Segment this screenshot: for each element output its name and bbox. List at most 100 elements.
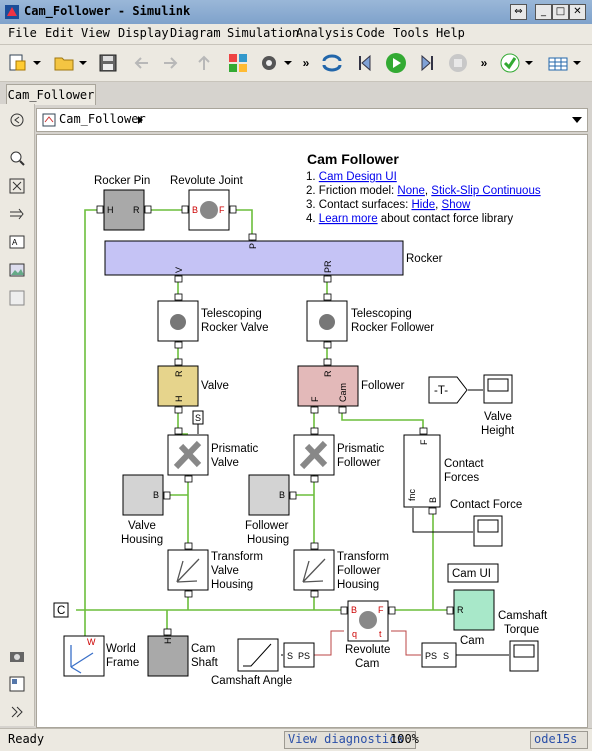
contact-show-link[interactable]: Show [442,199,471,211]
port[interactable] [144,205,152,214]
arrow-port-icon[interactable] [9,206,25,222]
image-icon[interactable] [9,262,25,278]
menu-code[interactable]: Code [356,26,385,40]
port[interactable] [338,406,347,414]
port[interactable] [163,491,171,500]
world-frame-label-1: World [106,643,136,655]
menu-display[interactable]: Display [118,26,169,40]
tab-cam-follower[interactable]: Cam_Follower [6,84,96,105]
more-tools-button[interactable]: » [300,51,312,75]
new-dropdown[interactable] [30,51,44,75]
port-label-b: B [279,490,285,500]
port[interactable] [419,427,428,435]
port[interactable] [340,606,348,615]
model-browser-icon[interactable] [9,676,25,692]
cam-design-ui-link[interactable]: Cam Design UI [319,171,397,183]
maximize-button[interactable]: □ [552,4,569,20]
solver-link[interactable]: ode15s [534,732,577,746]
menu-edit[interactable]: Edit [45,26,74,40]
port[interactable] [323,293,332,301]
zoom-icon[interactable] [9,150,25,166]
port[interactable] [184,475,193,483]
zoom-level: 100% [390,732,419,746]
annotation-icon[interactable]: A [9,234,25,250]
port[interactable] [446,606,454,615]
step-forward-button[interactable] [414,51,438,75]
world-frame-block[interactable] [63,635,105,677]
port[interactable] [310,590,319,598]
signal-revcam-pss [391,630,421,656]
open-button[interactable] [52,51,76,75]
menu-analysis[interactable]: Analysis [296,26,354,40]
up-button[interactable] [192,51,216,75]
save-button[interactable] [96,51,120,75]
step-back-button[interactable] [354,51,378,75]
camera-icon[interactable] [9,648,25,664]
port[interactable] [323,275,332,283]
port[interactable] [248,233,257,241]
port[interactable] [174,406,183,414]
open-dropdown[interactable] [76,51,90,75]
data-inspector-button[interactable] [546,51,570,75]
model-config-button[interactable] [257,51,281,75]
menu-help[interactable]: Help [436,26,465,40]
menu-view[interactable]: View [81,26,110,40]
more-sim-tools-button[interactable]: » [478,51,490,75]
chevron-down-icon[interactable] [571,115,583,125]
model-advisor-button[interactable] [498,51,522,75]
annotation-item-4: 4. Learn more about contact force librar… [306,213,513,225]
area-icon[interactable] [9,290,25,306]
address-bar[interactable]: Cam_Follower [36,108,588,132]
run-button[interactable] [384,51,408,75]
friction-none-link[interactable]: None [397,185,425,197]
stop-button[interactable] [446,51,470,75]
port[interactable] [174,427,183,435]
config-dropdown[interactable] [281,51,295,75]
inspector-dropdown[interactable] [570,51,584,75]
expand-palette-icon[interactable] [9,704,25,720]
menu-diagram[interactable]: Diagram [170,26,221,40]
port[interactable] [310,427,319,435]
port[interactable] [184,542,193,550]
ps-s-out-label: S [443,651,449,661]
port[interactable] [174,293,183,301]
port[interactable] [428,507,437,515]
new-model-button[interactable] [6,51,30,75]
port[interactable] [323,358,332,366]
advisor-dropdown[interactable] [522,51,536,75]
port[interactable] [310,542,319,550]
port[interactable] [229,205,237,214]
port[interactable] [289,491,297,500]
menu-tools[interactable]: Tools [393,26,429,40]
port[interactable] [174,341,183,349]
wire-follower-contact [341,405,424,434]
friction-stickslip-link[interactable]: Stick-Slip Continuous [431,185,541,197]
update-diagram-button[interactable] [320,51,344,75]
hide-browser-icon[interactable] [9,112,25,128]
port[interactable] [310,475,319,483]
minimize-button[interactable]: _ [535,4,552,20]
port[interactable] [163,628,172,636]
port[interactable] [323,341,332,349]
fit-to-view-icon[interactable] [9,178,25,194]
port[interactable] [174,358,183,366]
menu-simulation[interactable]: Simulation [227,26,299,40]
port[interactable] [184,590,193,598]
close-button[interactable]: ✕ [569,4,586,20]
port[interactable] [388,606,396,615]
contact-hide-link[interactable]: Hide [411,199,435,211]
view-diagnostics-link[interactable]: View diagnostics [288,732,404,746]
learn-more-link[interactable]: Learn more [319,213,378,225]
port[interactable] [96,205,104,214]
model-canvas[interactable]: Rocker Pin H R Revolute Joint B F Cam Fo… [36,134,588,728]
port[interactable] [174,275,183,283]
model-icon [42,113,56,127]
port[interactable] [310,406,319,414]
menu-file[interactable]: File [8,26,37,40]
forward-button[interactable] [158,51,182,75]
library-browser-button[interactable] [226,51,250,75]
back-button[interactable] [130,51,154,75]
restore-size-button[interactable]: ⇔ [510,4,527,20]
breadcrumb[interactable]: Cam_Follower [59,112,146,126]
port[interactable] [181,205,189,214]
